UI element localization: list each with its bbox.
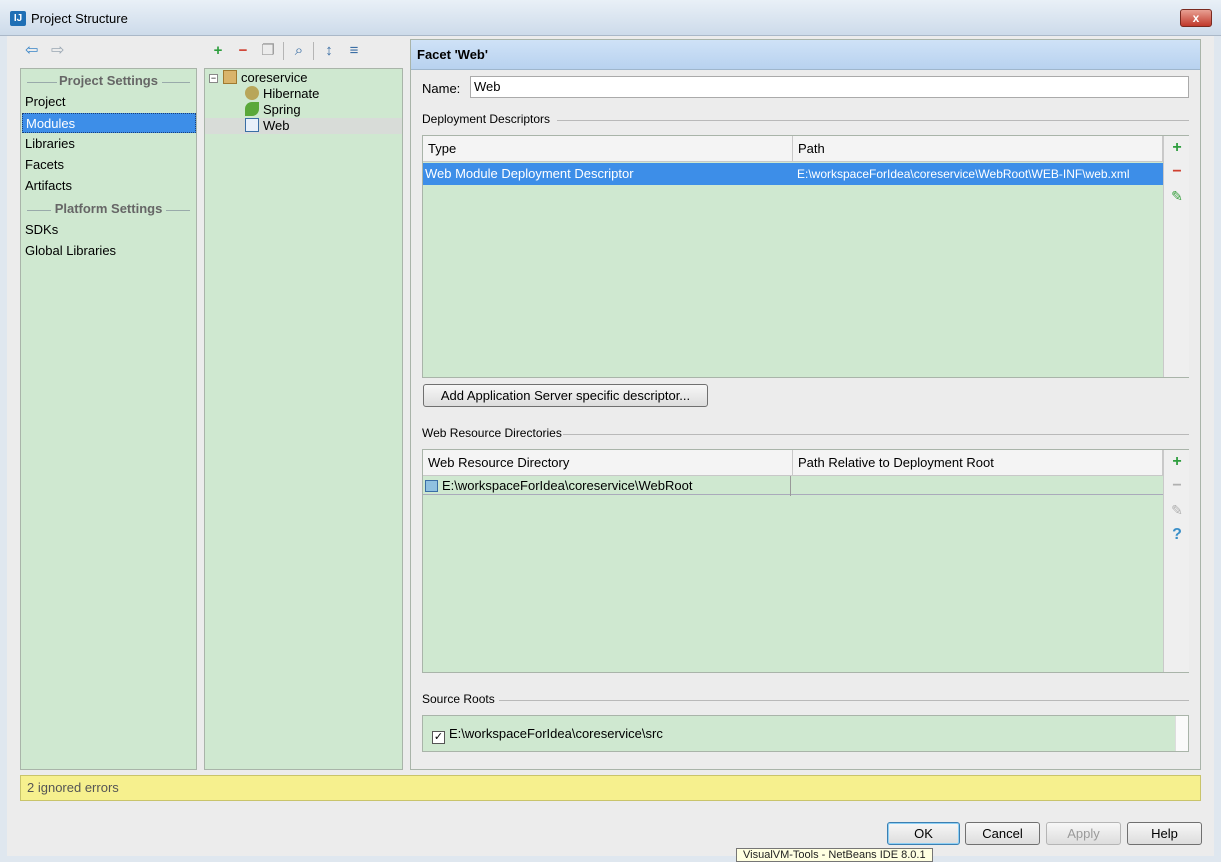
relative-path-cell[interactable] bbox=[793, 476, 1161, 496]
tree-node-spring[interactable]: Spring bbox=[245, 102, 301, 118]
remove-icon[interactable]: − bbox=[234, 42, 252, 60]
title-bar: IJ Project Structure x bbox=[0, 0, 1221, 36]
column-header-path[interactable]: Path bbox=[793, 136, 1163, 162]
deployment-descriptors-table: Type Path Web Module Deployment Descript… bbox=[422, 135, 1189, 378]
tree-node-web[interactable]: Web bbox=[205, 118, 402, 134]
facet-header: Facet 'Web' bbox=[411, 40, 1200, 70]
sidebar-item-facets[interactable]: Facets bbox=[22, 155, 196, 175]
add-server-descriptor-button[interactable]: Add Application Server specific descript… bbox=[423, 384, 708, 407]
sidebar-item-modules[interactable]: Modules bbox=[22, 113, 196, 133]
cancel-button[interactable]: Cancel bbox=[965, 822, 1040, 845]
descriptor-table-toolbar: + − ✎ bbox=[1163, 136, 1189, 377]
toolbar-separator bbox=[313, 42, 314, 60]
tree-node-label: Web bbox=[263, 118, 290, 133]
deployment-descriptors-title: Deployment Descriptors bbox=[422, 112, 551, 126]
column-header-relative-path[interactable]: Path Relative to Deployment Root bbox=[793, 450, 1163, 476]
source-root-checkbox[interactable]: ✓ bbox=[432, 731, 445, 744]
list-item[interactable]: ✓ E:\workspaceForIdea\coreservice\src bbox=[432, 726, 663, 744]
remove-descriptor-icon[interactable]: − bbox=[1164, 161, 1190, 183]
sidebar-item-global-libraries[interactable]: Global Libraries bbox=[22, 241, 196, 261]
dialog-body: ⇦ ⇨ + − ❐ ⌕ ↕ ≡ Project Settings Project… bbox=[7, 36, 1214, 856]
group-separator bbox=[499, 700, 1189, 701]
hibernate-icon bbox=[245, 86, 259, 100]
remove-web-resource-icon[interactable]: − bbox=[1164, 475, 1190, 497]
sidebar-item-sdks[interactable]: SDKs bbox=[22, 220, 196, 240]
web-resource-directory-text: E:\workspaceForIdea\coreservice\WebRoot bbox=[442, 478, 693, 493]
tree-node-coreservice[interactable]: − coreservice bbox=[209, 70, 307, 86]
name-label: Name: bbox=[422, 81, 461, 96]
copy-icon[interactable]: ❐ bbox=[259, 42, 277, 60]
facet-name-field[interactable]: Web bbox=[470, 76, 1189, 98]
sidebar-item-artifacts[interactable]: Artifacts bbox=[22, 176, 196, 196]
facet-panel: Facet 'Web' Name: Web Deployment Descrip… bbox=[410, 39, 1201, 770]
tree-node-hibernate[interactable]: Hibernate bbox=[245, 86, 319, 102]
tree-node-label: coreservice bbox=[241, 70, 308, 85]
window-title: Project Structure bbox=[31, 11, 128, 26]
source-root-path: E:\workspaceForIdea\coreservice\src bbox=[449, 726, 663, 741]
web-resource-table-toolbar: + − ✎ ? bbox=[1163, 450, 1189, 672]
edit-pencil-icon[interactable]: ✎ bbox=[1164, 499, 1190, 521]
table-row[interactable]: Web Module Deployment Descriptor E:\work… bbox=[423, 163, 1163, 185]
tree-node-label: Hibernate bbox=[263, 86, 320, 101]
collapse-all-icon[interactable]: ≡ bbox=[345, 42, 363, 60]
column-header-type[interactable]: Type bbox=[423, 136, 793, 162]
module-folder-icon bbox=[223, 70, 237, 84]
collapse-toggle-icon[interactable]: − bbox=[209, 74, 218, 83]
settings-sidebar: Project Settings Project Modules Librari… bbox=[20, 68, 197, 770]
source-roots-list: ✓ E:\workspaceForIdea\coreservice\src bbox=[422, 715, 1189, 752]
edit-pencil-icon[interactable]: ✎ bbox=[1164, 185, 1190, 207]
status-bar[interactable]: 2 ignored errors bbox=[20, 775, 1201, 801]
web-resource-table: Web Resource Directory Path Relative to … bbox=[422, 449, 1189, 673]
group-separator bbox=[557, 120, 1189, 121]
help-button[interactable]: Help bbox=[1127, 822, 1202, 845]
sidebar-item-project[interactable]: Project bbox=[22, 92, 196, 112]
taskbar-tooltip: VisualVM-Tools - NetBeans IDE 8.0.1 bbox=[736, 848, 933, 862]
column-header-web-resource-directory[interactable]: Web Resource Directory bbox=[423, 450, 793, 476]
forward-arrow-icon[interactable]: ⇨ bbox=[51, 43, 64, 59]
sidebar-item-libraries[interactable]: Libraries bbox=[22, 134, 196, 154]
project-settings-header: Project Settings bbox=[21, 73, 196, 91]
web-facet-icon bbox=[245, 118, 259, 132]
add-icon[interactable]: + bbox=[209, 42, 227, 60]
descriptor-path-cell: E:\workspaceForIdea\coreservice\WebRoot\… bbox=[797, 167, 1130, 181]
web-resource-directory-cell: E:\workspaceForIdea\coreservice\WebRoot bbox=[423, 476, 791, 496]
find-icon[interactable]: ⌕ bbox=[290, 42, 308, 60]
expand-all-icon[interactable]: ↕ bbox=[320, 42, 338, 60]
source-roots-title: Source Roots bbox=[422, 692, 495, 706]
spring-leaf-icon bbox=[245, 102, 259, 116]
web-folder-icon bbox=[425, 480, 438, 492]
add-web-resource-icon[interactable]: + bbox=[1164, 451, 1190, 473]
ok-button[interactable]: OK bbox=[887, 822, 960, 845]
descriptor-type-cell: Web Module Deployment Descriptor bbox=[425, 166, 634, 181]
platform-settings-header: Platform Settings bbox=[21, 201, 196, 219]
group-separator bbox=[563, 434, 1189, 435]
module-tree: − coreservice Hibernate Spring Web bbox=[204, 68, 403, 770]
back-arrow-icon[interactable]: ⇦ bbox=[25, 43, 38, 59]
apply-button[interactable]: Apply bbox=[1046, 822, 1121, 845]
help-question-icon[interactable]: ? bbox=[1164, 524, 1190, 546]
table-row[interactable]: E:\workspaceForIdea\coreservice\WebRoot bbox=[423, 476, 1163, 496]
web-resource-directories-title: Web Resource Directories bbox=[422, 426, 562, 440]
toolbar-separator bbox=[283, 42, 284, 60]
add-descriptor-icon[interactable]: + bbox=[1164, 137, 1190, 159]
intellij-app-icon: IJ bbox=[10, 11, 26, 26]
window-close-button[interactable]: x bbox=[1180, 9, 1212, 27]
list-scrollbar[interactable] bbox=[1175, 716, 1188, 751]
tree-node-label: Spring bbox=[263, 102, 301, 117]
